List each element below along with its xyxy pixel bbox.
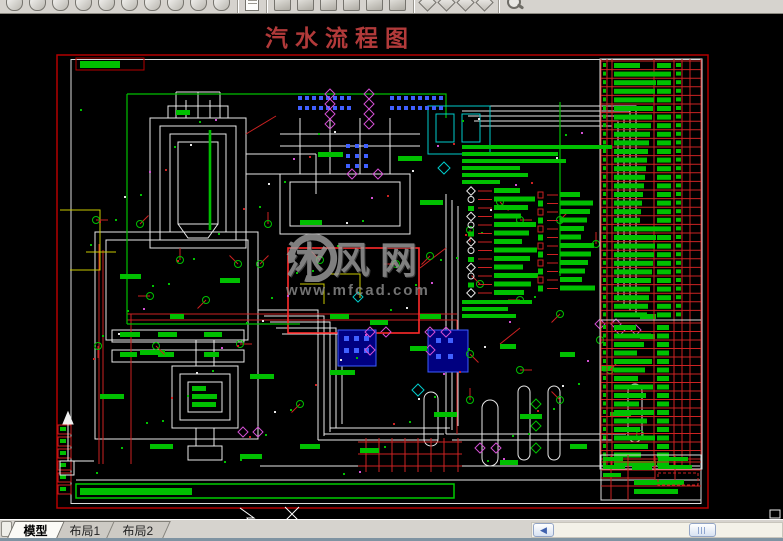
sheet-tab-2[interactable]: 布局2 xyxy=(105,521,171,538)
piping-schematic xyxy=(56,54,781,519)
symbol-legend xyxy=(462,145,612,318)
toolbar-icon-cyl[interactable] xyxy=(98,0,115,11)
toolbar-icon-box[interactable] xyxy=(297,0,314,11)
sheet-tab-label: 布局2 xyxy=(122,523,154,538)
left-mini-table xyxy=(57,424,72,495)
toolbar-icon-box[interactable] xyxy=(389,0,406,11)
toolbar-icon-cyl[interactable] xyxy=(121,0,138,11)
sheet-tab-bar: 模型 布局1 布局2 ◀ xyxy=(0,519,783,538)
toolbar-icon-mag[interactable] xyxy=(506,0,523,11)
toolbar-icon-cyl[interactable] xyxy=(52,0,69,11)
scrollbar-thumb[interactable] xyxy=(689,523,716,537)
toolbar-icon-sheet[interactable] xyxy=(245,0,259,11)
autocad-window: 汽水流程图 沐风网 www.mfcad.com 模型 布局1 布局2 ◀ xyxy=(0,0,783,541)
horizontal-scrollbar[interactable]: ◀ xyxy=(531,522,783,538)
scroll-left-button[interactable]: ◀ xyxy=(533,523,554,537)
toolbar-icon-cyl[interactable] xyxy=(144,0,161,11)
crosshair-cursor xyxy=(239,506,300,519)
toolbar-icon-dia[interactable] xyxy=(437,0,456,12)
toolbar-icon-box[interactable] xyxy=(343,0,360,11)
sheet-tab-0[interactable]: 模型 xyxy=(7,521,65,538)
toolbar-icon-dia[interactable] xyxy=(418,0,437,12)
toolbar-icon-cyl[interactable] xyxy=(213,0,230,11)
drawing-canvas[interactable]: 汽水流程图 沐风网 www.mfcad.com xyxy=(0,14,783,519)
title-block xyxy=(600,454,702,501)
red-pipework xyxy=(98,115,521,472)
toolbar-icon-dia[interactable] xyxy=(456,0,475,12)
toolbar xyxy=(0,0,783,14)
toolbar-icon-cyl[interactable] xyxy=(167,0,184,11)
sheet-tab-label: 模型 xyxy=(23,523,48,538)
toolbar-icon-box[interactable] xyxy=(320,0,337,11)
toolbar-icon-cyl[interactable] xyxy=(29,0,46,11)
company-strip xyxy=(75,483,455,499)
toolbar-icon-cyl[interactable] xyxy=(6,0,23,11)
toolbar-icon-cyl[interactable] xyxy=(75,0,92,11)
sheet-tab-label: 布局1 xyxy=(69,523,101,538)
toolbar-icon-box[interactable] xyxy=(274,0,291,11)
toolbar-icon-cyl[interactable] xyxy=(190,0,207,11)
toolbar-icon-box[interactable] xyxy=(366,0,383,11)
toolbar-icon-dia[interactable] xyxy=(475,0,494,12)
